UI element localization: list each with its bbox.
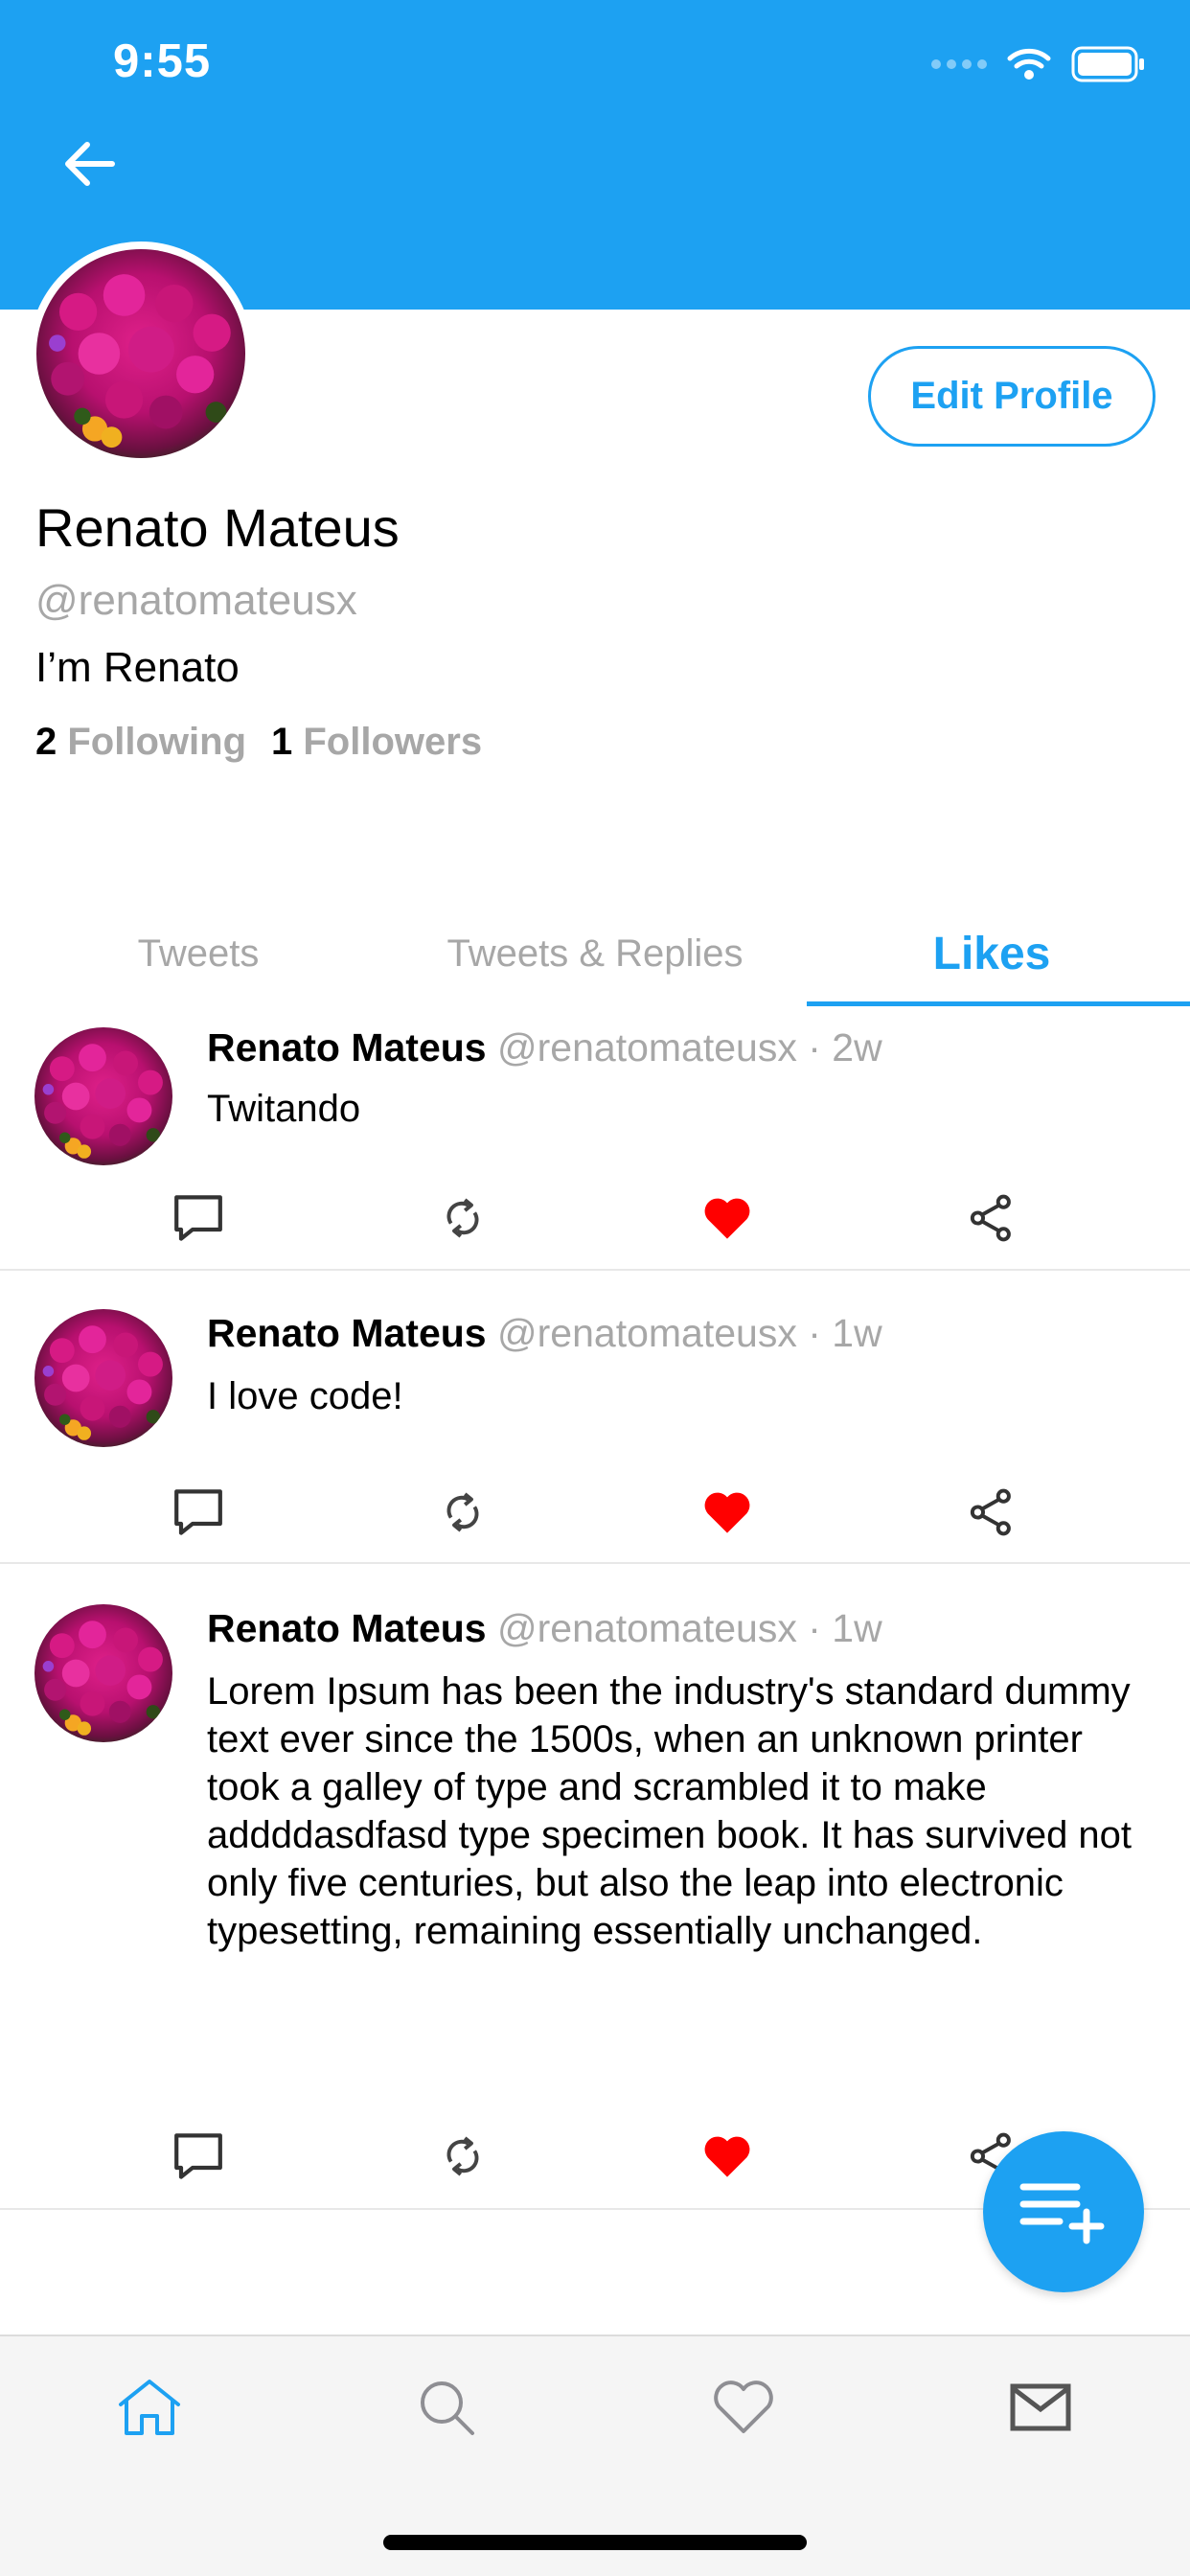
follow-stats: 2 Following 1 Followers	[35, 721, 482, 764]
tweet-author-name: Renato Mateus	[207, 1311, 487, 1355]
tweet-header: Renato Mateus @renatomateusx · 1w	[207, 1606, 882, 1651]
tweet-text: Twitando	[207, 1088, 361, 1130]
heart-filled-icon	[698, 1484, 756, 1541]
tab-tweets-replies[interactable]: Tweets & Replies	[397, 901, 793, 1006]
tweet-item[interactable]: Renato Mateus @renatomateusx · 2w Twitan…	[0, 1006, 1190, 1271]
profile-photo	[36, 249, 245, 458]
comment-icon	[170, 2128, 227, 2185]
nav-messages[interactable]	[993, 2359, 1088, 2455]
home-icon	[119, 2380, 180, 2435]
retweet-button[interactable]	[424, 1180, 501, 1256]
share-icon	[965, 1485, 1018, 1539]
heart-filled-icon	[698, 2128, 756, 2185]
reply-button[interactable]	[160, 1180, 237, 1256]
tweet-item[interactable]: Renato Mateus @renatomateusx · 1w I love…	[0, 1271, 1190, 1564]
followers-count: 1	[271, 721, 293, 763]
nav-search[interactable]	[399, 2359, 494, 2455]
tweet-avatar[interactable]	[34, 1604, 172, 1742]
share-icon	[965, 1191, 1018, 1245]
retweet-icon	[436, 1191, 490, 1245]
wifi-icon	[1007, 48, 1051, 80]
reply-button[interactable]	[160, 2118, 237, 2195]
followers-label: Followers	[303, 721, 483, 763]
followers-stat[interactable]: 1 Followers	[271, 721, 482, 764]
profile-name: Renato Mateus	[35, 497, 400, 558]
tweet-text: I love code!	[207, 1375, 403, 1417]
tweet-avatar[interactable]	[34, 1027, 172, 1165]
heart-filled-icon	[698, 1189, 756, 1247]
profile-tabs: Tweets Tweets & Replies Likes	[0, 901, 1190, 1006]
retweet-button[interactable]	[424, 2118, 501, 2195]
retweet-button[interactable]	[424, 1474, 501, 1551]
tweet-actions	[0, 1474, 1190, 1551]
retweet-icon	[436, 2129, 490, 2183]
signal-icon	[931, 59, 987, 69]
tweet-avatar[interactable]	[34, 1309, 172, 1447]
following-count: 2	[35, 721, 57, 763]
tweet-author-name: Renato Mateus	[207, 1606, 487, 1650]
following-label: Following	[67, 721, 246, 763]
like-button[interactable]	[689, 1180, 766, 1256]
status-time: 9:55	[113, 35, 212, 87]
share-button[interactable]	[953, 1474, 1030, 1551]
compose-tweet-button[interactable]	[983, 2131, 1144, 2292]
reply-button[interactable]	[160, 1474, 237, 1551]
tweet-header: Renato Mateus @renatomateusx · 1w	[207, 1311, 882, 1356]
retweet-icon	[436, 1485, 490, 1539]
home-indicator	[383, 2535, 807, 2550]
nav-home[interactable]	[102, 2359, 197, 2455]
tweet-author-name: Renato Mateus	[207, 1025, 487, 1070]
tweet-actions	[0, 1180, 1190, 1256]
tweet-meta: @renatomateusx · 1w	[497, 1311, 882, 1355]
following-stat[interactable]: 2 Following	[35, 721, 246, 764]
tab-likes[interactable]: Likes	[793, 901, 1190, 1006]
back-button[interactable]	[59, 134, 119, 194]
heart-icon	[714, 2380, 773, 2433]
compose-tweet-icon	[1019, 2183, 1105, 2244]
arrow-left-icon	[65, 142, 115, 186]
tweet-text: Lorem Ipsum has been the industry's stan…	[207, 1670, 1133, 1952]
tweet-item[interactable]: Renato Mateus @renatomateusx · 1w Lorem …	[0, 1564, 1190, 2210]
search-icon	[421, 2381, 474, 2435]
profile-handle: @renatomateusx	[35, 577, 357, 624]
comment-icon	[170, 1484, 227, 1541]
battery-icon	[1071, 46, 1144, 82]
status-icons	[931, 46, 1146, 82]
like-button[interactable]	[689, 1474, 766, 1551]
tab-tweets[interactable]: Tweets	[0, 901, 397, 1006]
comment-icon	[170, 1189, 227, 1247]
tweet-header: Renato Mateus @renatomateusx · 2w	[207, 1025, 882, 1070]
like-button[interactable]	[689, 2118, 766, 2195]
share-button[interactable]	[953, 1180, 1030, 1256]
tweet-meta: @renatomateusx · 1w	[497, 1606, 882, 1650]
nav-likes[interactable]	[696, 2359, 791, 2455]
edit-profile-button[interactable]: Edit Profile	[868, 346, 1156, 447]
profile-avatar[interactable]	[29, 242, 253, 466]
profile-bio: I’m Renato	[35, 644, 240, 691]
mail-icon	[1010, 2383, 1071, 2431]
tweet-meta: @renatomateusx · 2w	[497, 1025, 882, 1070]
